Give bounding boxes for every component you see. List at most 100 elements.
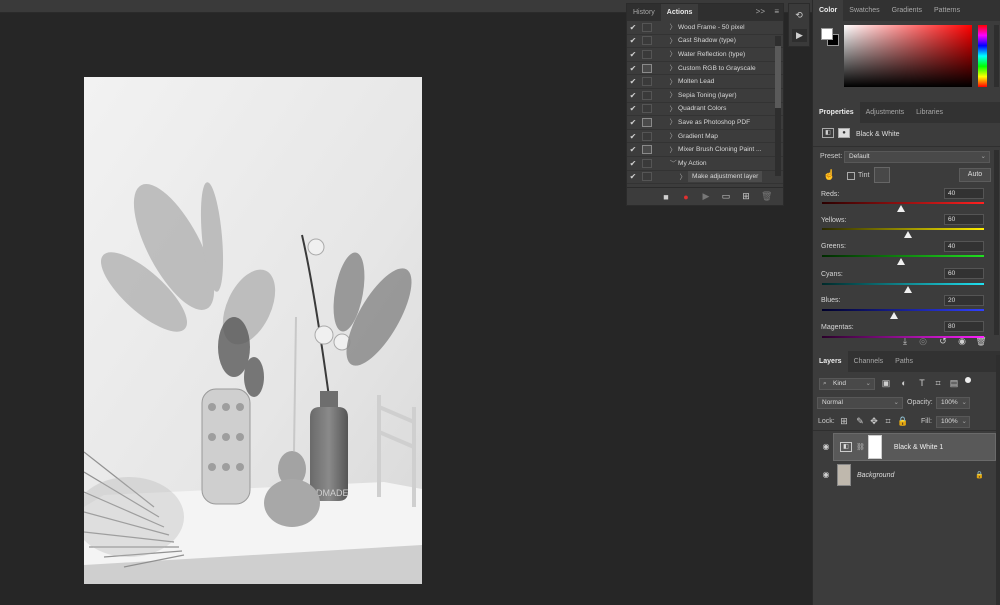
- collapse-panel-icon[interactable]: >>: [756, 7, 765, 16]
- dialog-toggle-icon[interactable]: [642, 145, 652, 155]
- document-canvas[interactable]: DMADE: [84, 77, 422, 584]
- action-row[interactable]: ✔ 〉 Save as Photoshop PDF: [627, 116, 783, 130]
- dialog-toggle-icon[interactable]: [642, 49, 652, 59]
- layer-name[interactable]: Background: [857, 472, 894, 479]
- dialog-toggle-icon[interactable]: [642, 172, 652, 182]
- action-row[interactable]: ✔ 〉 Mixer Brush Cloning Paint ...: [627, 143, 783, 157]
- expand-arrow-icon[interactable]: 〉: [668, 131, 678, 141]
- slider-value-field[interactable]: 60: [944, 214, 984, 225]
- actions-scrollbar[interactable]: [775, 36, 781, 176]
- filter-type-icon[interactable]: T: [917, 378, 927, 388]
- stop-icon[interactable]: ■: [661, 192, 671, 202]
- filter-toggle-icon[interactable]: [965, 377, 971, 383]
- slider-value-field[interactable]: 60: [944, 268, 984, 279]
- action-row[interactable]: ✔ 〉 Water Reflection (type): [627, 48, 783, 62]
- scrollbar-thumb[interactable]: [775, 46, 781, 108]
- lock-icon[interactable]: 🔒: [975, 471, 984, 479]
- slider-thumb[interactable]: [897, 258, 905, 265]
- collapse-arrow-icon[interactable]: 〉: [668, 158, 678, 168]
- preset-select[interactable]: Default ⌄: [844, 151, 990, 163]
- tab-channels[interactable]: Channels: [848, 351, 890, 372]
- opacity-field[interactable]: 100% ⌄: [936, 397, 970, 409]
- tab-properties[interactable]: Properties: [813, 102, 860, 123]
- action-row[interactable]: ✔ 〉 Sepia Toning (layer): [627, 89, 783, 103]
- slider-thumb[interactable]: [897, 205, 905, 212]
- filter-pixel-icon[interactable]: ▣: [881, 378, 891, 389]
- slider-value-field[interactable]: 40: [944, 188, 984, 199]
- slider-value-field[interactable]: 80: [944, 321, 984, 332]
- toggle-check-icon[interactable]: ✔: [627, 23, 639, 32]
- action-row[interactable]: ✔ 〉 Gradient Map: [627, 130, 783, 144]
- tab-history[interactable]: History: [627, 4, 661, 21]
- expand-arrow-icon[interactable]: 〉: [668, 117, 678, 127]
- slider-track[interactable]: [822, 336, 984, 338]
- history-icon[interactable]: ⟲: [793, 10, 805, 21]
- expand-arrow-icon[interactable]: 〉: [668, 104, 678, 114]
- toggle-check-icon[interactable]: ✔: [627, 77, 639, 86]
- dialog-toggle-icon[interactable]: [642, 104, 652, 114]
- toggle-check-icon[interactable]: ✔: [627, 64, 639, 73]
- expand-arrow-icon[interactable]: 〉: [668, 145, 678, 155]
- expand-arrow-icon[interactable]: 〉: [668, 22, 678, 32]
- action-row[interactable]: ✔ 〉 Quadrant Colors: [627, 103, 783, 117]
- tab-libraries[interactable]: Libraries: [910, 102, 949, 123]
- action-row[interactable]: ✔ 〉 Custom RGB to Grayscale: [627, 62, 783, 76]
- expand-arrow-icon[interactable]: 〉: [668, 63, 678, 73]
- slider-track[interactable]: [822, 309, 984, 311]
- slider-track[interactable]: [822, 255, 984, 257]
- dialog-toggle-icon[interactable]: [642, 158, 652, 168]
- slider-value-field[interactable]: 40: [944, 241, 984, 252]
- properties-scrollbar[interactable]: [994, 150, 999, 335]
- filter-adjustment-icon[interactable]: ◐: [899, 378, 909, 388]
- toggle-check-icon[interactable]: ✔: [627, 91, 639, 100]
- tab-gradients[interactable]: Gradients: [886, 0, 928, 21]
- color-field[interactable]: [844, 25, 972, 87]
- tab-layers[interactable]: Layers: [813, 351, 848, 372]
- action-step-row[interactable]: ✔ 〉 Make adjustment layer: [627, 171, 783, 185]
- action-row[interactable]: ✔ 〉 Cast Shadow (type): [627, 35, 783, 49]
- dialog-toggle-icon[interactable]: [642, 131, 652, 141]
- filter-shape-icon[interactable]: ⌗: [933, 378, 943, 389]
- auto-button[interactable]: Auto: [959, 168, 991, 182]
- toggle-check-icon[interactable]: ✔: [627, 172, 639, 181]
- toggle-check-icon[interactable]: ✔: [627, 118, 639, 127]
- dialog-toggle-icon[interactable]: [642, 77, 652, 87]
- record-icon[interactable]: ●: [681, 192, 691, 202]
- panel-menu-icon[interactable]: ≡: [774, 7, 779, 16]
- filter-kind-select[interactable]: ⌕ Kind ⌄: [819, 378, 875, 390]
- toggle-check-icon[interactable]: ✔: [627, 36, 639, 45]
- dialog-toggle-icon[interactable]: [642, 22, 652, 32]
- play-icon[interactable]: ▶: [701, 191, 711, 202]
- dialog-toggle-icon[interactable]: [642, 90, 652, 100]
- lock-transparent-icon[interactable]: ⊞: [839, 416, 849, 427]
- layer-mask-icon[interactable]: ●: [838, 128, 850, 138]
- toggle-check-icon[interactable]: ✔: [627, 145, 639, 154]
- trash-icon[interactable]: 🗑: [761, 191, 772, 202]
- slider-thumb[interactable]: [890, 312, 898, 319]
- dialog-toggle-icon[interactable]: [642, 63, 652, 73]
- toggle-check-icon[interactable]: ✔: [627, 50, 639, 59]
- fill-field[interactable]: 100% ⌄: [936, 416, 970, 428]
- toggle-check-icon[interactable]: ✔: [627, 104, 639, 113]
- tab-paths[interactable]: Paths: [889, 351, 919, 372]
- layer-mask-thumbnail[interactable]: [867, 435, 882, 459]
- lock-artboard-icon[interactable]: ⌗: [883, 416, 893, 427]
- layer-row-background[interactable]: Background 🔒: [833, 461, 996, 489]
- slider-track[interactable]: [822, 283, 984, 285]
- layer-name[interactable]: Black & White 1: [894, 444, 943, 451]
- expand-arrow-icon[interactable]: 〉: [668, 90, 678, 100]
- slider-value-field[interactable]: 20: [944, 295, 984, 306]
- foreground-color-swatch[interactable]: [821, 28, 833, 40]
- tint-color-swatch[interactable]: [874, 167, 890, 183]
- tab-swatches[interactable]: Swatches: [843, 0, 885, 21]
- tab-actions[interactable]: Actions: [660, 4, 699, 21]
- filter-smart-object-icon[interactable]: ▤: [949, 378, 959, 389]
- toggle-check-icon[interactable]: ✔: [627, 132, 639, 141]
- expand-arrow-icon[interactable]: 〉: [678, 172, 688, 182]
- slider-track[interactable]: [822, 202, 984, 204]
- layer-visibility-eye-icon[interactable]: ◉: [819, 470, 833, 479]
- color-scrollbar[interactable]: [994, 25, 999, 87]
- tab-adjustments[interactable]: Adjustments: [860, 102, 911, 123]
- action-row[interactable]: ✔ 〉 Molten Lead: [627, 75, 783, 89]
- folder-icon[interactable]: ▭: [721, 191, 731, 202]
